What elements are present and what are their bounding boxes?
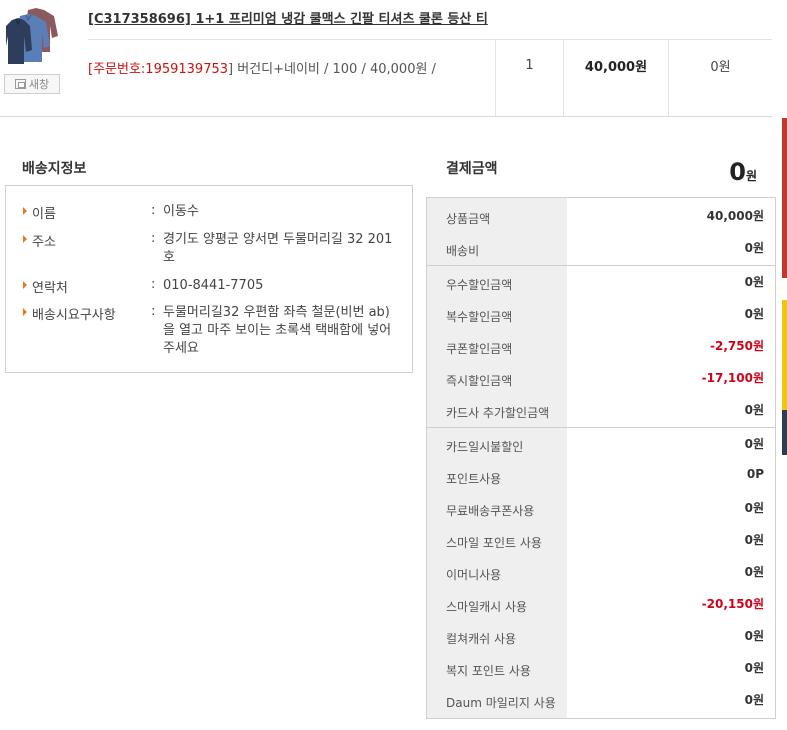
new-window-label: 새창 [28, 78, 50, 91]
shipping-value: 010-8441-7705 [163, 278, 264, 293]
divider [427, 265, 775, 266]
payment-value: 0원 [744, 629, 764, 643]
payment-row: 우수할인금액 0원 [427, 267, 775, 299]
payment-value: 40,000원 [706, 209, 764, 223]
payment-label: 무료배송쿠폰사용 [446, 504, 535, 518]
shipping-value: 경기도 양평군 양서면 두물머리길 32 201호 [163, 232, 393, 265]
edge-strip [782, 410, 787, 455]
payment-label: 카드사 추가할인금액 [446, 406, 550, 420]
payment-row: 포인트사용 0P [427, 461, 775, 493]
payment-row: 카드사 추가할인금액 0원 [427, 395, 775, 427]
discount-cell: 0원 [668, 40, 772, 116]
payment-row: 쿠폰할인금액 -2,750원 [427, 331, 775, 363]
payment-value: 0원 [744, 565, 764, 579]
payment-row: 상품금액 40,000원 [427, 201, 775, 233]
divider [427, 427, 775, 428]
payment-value: 0원 [744, 307, 764, 321]
payment-row: 배송비 0원 [427, 233, 775, 265]
payment-row: 즉시할인금액 -17,100원 [427, 363, 775, 395]
option-text: ] 버건디+네이비 / 100 / 40,000원 / [228, 62, 436, 77]
order-option: [주문번호:1959139753] 버건디+네이비 / 100 / 40,000… [88, 58, 436, 77]
product-title-link[interactable]: [C317358696] 1+1 프리미엄 냉감 쿨맥스 긴팔 티셔츠 쿨론 등… [88, 8, 488, 27]
payment-label: 상품금액 [446, 212, 491, 226]
payment-row: 복수할인금액 0원 [427, 299, 775, 331]
bullet-arrow-icon [23, 308, 27, 316]
payment-row: 스마일캐시 사용 -20,150원 [427, 589, 775, 621]
payment-label: 스마일캐시 사용 [446, 600, 528, 614]
payment-row: 스마일 포인트 사용 0원 [427, 525, 775, 557]
payment-label: 컬쳐캐쉬 사용 [446, 632, 517, 646]
edge-strip [782, 118, 787, 278]
new-window-icon [14, 79, 26, 89]
quantity: 1 [525, 57, 534, 73]
payment-total: 0원 [729, 158, 757, 186]
bullet-arrow-icon [23, 235, 27, 243]
shipping-value: 두물머리길32 우편함 좌측 철문(비번 ab)을 열고 마주 보이는 초록색 … [163, 305, 392, 356]
payment-label: 배송비 [446, 244, 480, 258]
payment-label: 쿠폰할인금액 [446, 342, 513, 356]
amount: 40,000원 [584, 59, 648, 75]
payment-label: 포인트사용 [446, 472, 502, 486]
payment-row: 이머니사용 0원 [427, 557, 775, 589]
payment-label: 카드일시불할인 [446, 440, 524, 454]
shipping-info-box: 이름 : 이동수 주소 : 경기도 양평군 양서면 두물머리길 32 201호 … [5, 185, 413, 373]
payment-label: 우수할인금액 [446, 278, 513, 292]
shipping-label: 연락처 [32, 281, 68, 296]
payment-label: 복수할인금액 [446, 310, 513, 324]
payment-label: 이머니사용 [446, 568, 502, 582]
payment-label: 복지 포인트 사용 [446, 664, 531, 678]
payment-row: 무료배송쿠폰사용 0원 [427, 493, 775, 525]
amount-cell: 40,000원 [563, 40, 668, 116]
payment-value: 0원 [744, 437, 764, 451]
product-thumbnail[interactable] [6, 6, 60, 66]
payment-row: 카드일시불할인 0원 [427, 429, 775, 461]
payment-value: -2,750원 [710, 339, 764, 353]
payment-row: Daum 마일리지 사용 0원 [427, 685, 775, 717]
quantity-cell: 1 [495, 40, 563, 116]
shipping-label: 주소 [32, 235, 56, 250]
payment-label: 즉시할인금액 [446, 374, 513, 388]
payment-value: 0원 [744, 661, 764, 675]
order-item-row: 새창 [C317358696] 1+1 프리미엄 냉감 쿨맥스 긴팔 티셔츠 쿨… [0, 0, 772, 117]
shipping-label: 배송시요구사항 [32, 308, 116, 323]
new-window-button[interactable]: 새창 [4, 74, 60, 94]
payment-value: 0원 [744, 275, 764, 289]
payment-label: Daum 마일리지 사용 [446, 696, 556, 710]
payment-value: 0원 [744, 533, 764, 547]
payment-breakdown: 상품금액 40,000원 배송비 0원 우수할인금액 0원 복수할인금액 0원 쿠폰할인… [426, 197, 776, 719]
payment-row: 복지 포인트 사용 0원 [427, 653, 775, 685]
order-number: 1959139753 [145, 62, 229, 77]
bullet-arrow-icon [23, 207, 27, 215]
payment-value: -17,100원 [701, 371, 764, 385]
payment-value: 0원 [744, 501, 764, 515]
payment-section-title: 결제금액 [446, 161, 498, 177]
discount: 0원 [710, 59, 731, 75]
payment-value: 0원 [744, 241, 764, 255]
order-number-label: [주문번호: [88, 62, 146, 77]
edge-strip [782, 300, 787, 410]
bullet-arrow-icon [23, 281, 27, 289]
shipping-value: 이동수 [163, 204, 199, 219]
payment-label: 스마일 포인트 사용 [446, 536, 542, 550]
payment-row: 컬쳐캐쉬 사용 0원 [427, 621, 775, 653]
payment-value: -20,150원 [701, 597, 764, 611]
payment-value: 0P [746, 467, 764, 481]
shipping-label: 이름 [32, 207, 56, 222]
payment-value: 0원 [744, 693, 764, 707]
payment-total-value: 0 [729, 158, 746, 186]
payment-value: 0원 [744, 403, 764, 417]
payment-total-unit: 원 [745, 169, 757, 183]
shipping-section-title: 배송지정보 [22, 161, 87, 177]
